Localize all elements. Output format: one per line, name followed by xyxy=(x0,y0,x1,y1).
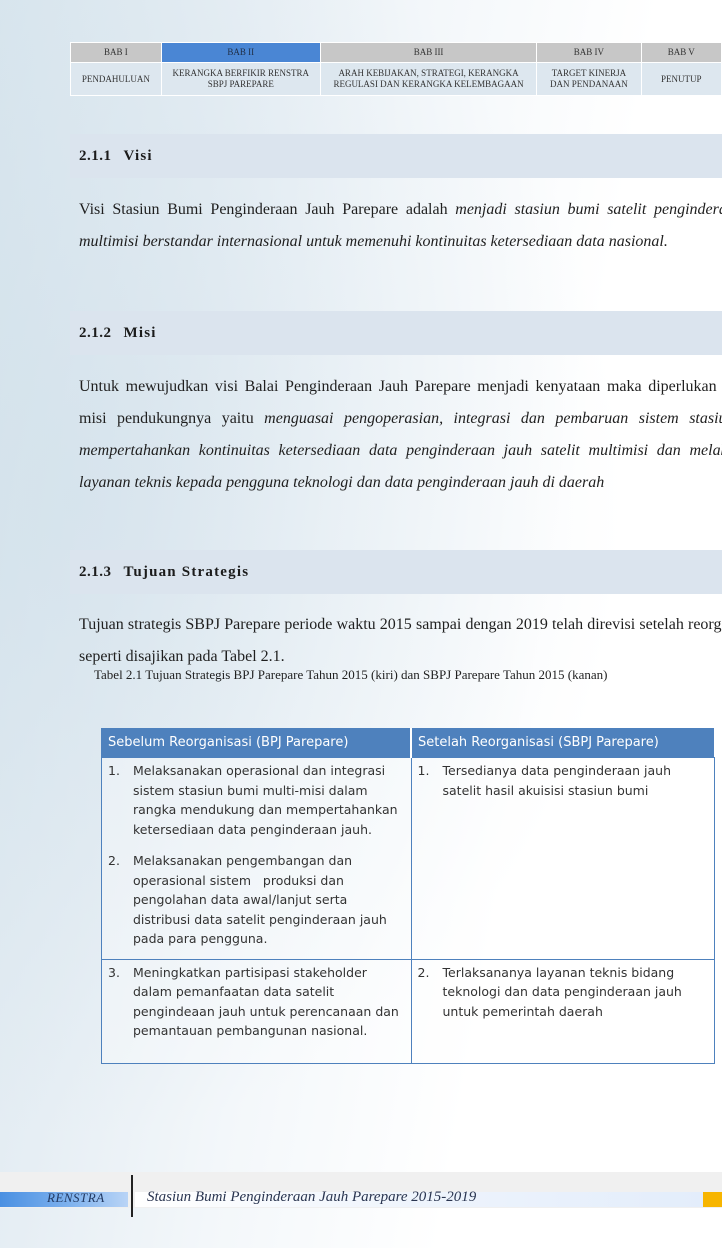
footer-accent-bar xyxy=(703,1192,722,1207)
strategic-goals-table: Sebelum Reorganisasi (BPJ Parepare) Sete… xyxy=(101,728,715,1064)
table-row: 1. Melaksanakan operasional dan integras… xyxy=(101,757,715,960)
chapter-nav: BAB I BAB II BAB III BAB IV BAB V PENDAH… xyxy=(70,42,722,96)
table-row: 3. Meningkatkan partisipasi stakeholder … xyxy=(101,958,715,1064)
chapter-title-bab-4[interactable]: TARGET KINERJA DAN PENDANAAN xyxy=(536,62,642,96)
item-text: Tersedianya data penginderaan jauh satel… xyxy=(442,763,672,798)
chapter-title-bab-1[interactable]: PENDAHULUAN xyxy=(70,62,162,96)
item-text: Melaksanakan operasional dan integrasi s… xyxy=(133,763,398,837)
section-title: Tujuan Strategis xyxy=(123,563,250,580)
item-number: 1. xyxy=(417,763,430,778)
footer-label: RENSTRA xyxy=(47,1190,105,1205)
item-number: 2. xyxy=(108,853,120,868)
list-item: 2. Melaksanakan pengembangan dan operasi… xyxy=(108,851,403,949)
footer-divider xyxy=(131,1175,133,1217)
paragraph-text: Visi Stasiun Bumi Penginderaan Jauh Pare… xyxy=(79,201,456,218)
section-heading-visi: 2.1.1 Visi xyxy=(70,134,722,178)
chapter-title-bab-5[interactable]: PENUTUP xyxy=(640,62,722,96)
item-number: 1. xyxy=(108,763,120,778)
item-number: 2. xyxy=(417,964,430,980)
chapter-tab-bab-3[interactable]: BAB III xyxy=(319,42,538,63)
table-cell-after: 1. Tersedianya data penginderaan jauh sa… xyxy=(410,757,715,960)
table-caption: Tabel 2.1 Tujuan Strategis BPJ Parepare … xyxy=(94,667,608,682)
tujuan-paragraph: Tujuan strategis SBPJ Parepare periode w… xyxy=(79,609,722,673)
table-cell-before: 3. Meningkatkan partisipasi stakeholder … xyxy=(101,958,412,1064)
chapter-title-bab-3[interactable]: ARAH KEBIJAKAN, STRATEGI, KERANGKA REGUL… xyxy=(319,62,538,96)
item-text: Meningkatkan partisipasi stakeholder dal… xyxy=(133,964,399,1039)
paragraph-text: Tujuan strategis SBPJ Parepare periode w… xyxy=(79,616,722,665)
table-cell-before: 1. Melaksanakan operasional dan integras… xyxy=(101,757,412,960)
item-number: 3. xyxy=(108,964,120,980)
chapter-tab-bab-5[interactable]: BAB V xyxy=(640,42,722,63)
section-title: Visi xyxy=(123,147,153,164)
section-heading-tujuan-strategis: 2.1.3 Tujuan Strategis xyxy=(70,550,722,594)
chapter-tab-bab-2[interactable]: BAB II xyxy=(160,42,321,63)
section-number: 2.1.1 xyxy=(79,147,112,164)
chapter-tab-bab-1[interactable]: BAB I xyxy=(70,42,162,63)
list-item: 1. Melaksanakan operasional dan integras… xyxy=(108,761,403,839)
section-title: Misi xyxy=(123,324,157,341)
item-text: Terlaksananya layanan teknis bidang tekn… xyxy=(442,964,682,1019)
footer-title: Stasiun Bumi Penginderaan Jauh Parepare … xyxy=(147,1189,477,1205)
list-item: 1. Tersedianya data penginderaan jauh sa… xyxy=(418,761,706,800)
chapter-title-bab-2[interactable]: KERANGKA BERFIKIR RENSTRA SBPJ PAREPARE xyxy=(160,62,321,96)
visi-paragraph: Visi Stasiun Bumi Penginderaan Jauh Pare… xyxy=(79,194,722,258)
misi-paragraph: Untuk mewujudkan visi Balai Penginderaan… xyxy=(79,371,722,499)
list-item: 2. Terlaksananya layanan teknis bidang t… xyxy=(418,963,706,1022)
item-text: Melaksanakan pengembangan dan operasiona… xyxy=(133,853,391,946)
section-number: 2.1.2 xyxy=(79,324,112,341)
section-heading-misi: 2.1.2 Misi xyxy=(70,311,722,355)
table-header-before: Sebelum Reorganisasi (BPJ Parepare) xyxy=(101,728,411,758)
table-header-after: Setelah Reorganisasi (SBPJ Parepare) xyxy=(410,728,714,758)
chapter-tab-bab-4[interactable]: BAB IV xyxy=(536,42,642,63)
list-item: 3. Meningkatkan partisipasi stakeholder … xyxy=(108,963,403,1041)
table-cell-after: 2. Terlaksananya layanan teknis bidang t… xyxy=(410,958,715,1064)
section-number: 2.1.3 xyxy=(79,563,112,580)
